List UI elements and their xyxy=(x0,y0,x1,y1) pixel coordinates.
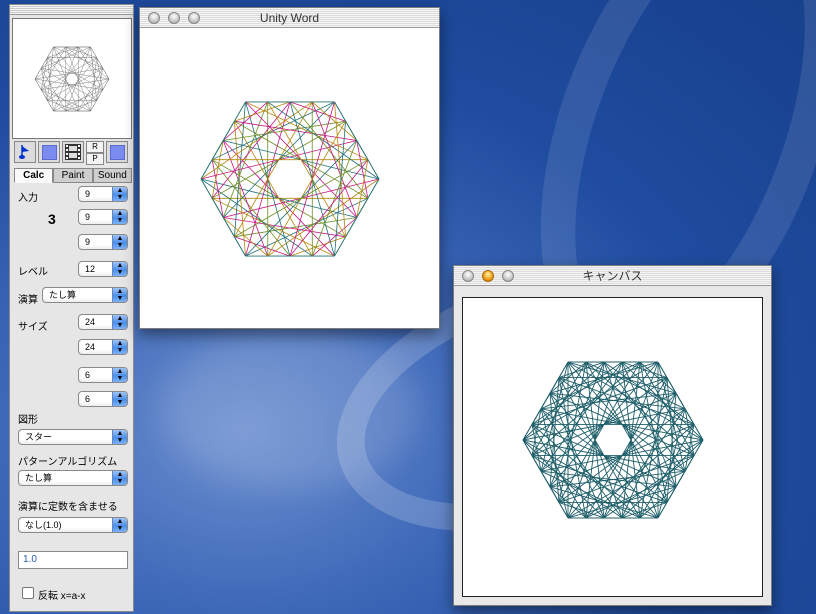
constant-select[interactable]: なし(1.0) ▲ ▼ xyxy=(18,517,128,533)
stepper-icon: ▲ ▼ xyxy=(112,340,127,354)
drawing-line xyxy=(345,121,358,141)
minimize-button[interactable] xyxy=(482,270,494,282)
zoom-button[interactable] xyxy=(188,12,200,24)
window-title: キャンバス xyxy=(582,269,643,283)
canvas-area xyxy=(454,287,771,605)
music-note-icon[interactable] xyxy=(14,141,36,163)
thumbnail-line xyxy=(34,78,42,90)
film-icon[interactable] xyxy=(62,141,84,163)
preview-thumbnail xyxy=(12,18,132,139)
size-2-select[interactable]: 24 ▲ ▼ xyxy=(78,339,128,355)
unity-word-titlebar[interactable]: Unity Word xyxy=(140,8,439,28)
thumbnail-line xyxy=(34,68,42,80)
stepper-icon: ▲ ▼ xyxy=(112,368,127,382)
tool-palette: R P Calc Paint Sound 入力 3 9 ▲ ▼ 9 ▲ ▼ 9 ▲ ▼ レベ… xyxy=(9,4,134,612)
window-title: Unity Word xyxy=(259,11,320,25)
square-icon[interactable] xyxy=(106,141,128,163)
canvas-window: キャンバス xyxy=(453,265,772,606)
rp-toggle[interactable]: R P xyxy=(86,141,104,165)
star-drawing-teal xyxy=(522,361,704,519)
stepper-icon: ▲ ▼ xyxy=(112,288,127,302)
palette-tabs: Calc Paint Sound xyxy=(14,168,132,183)
level-label: レベル xyxy=(18,267,48,278)
thumbnail-line xyxy=(102,68,110,80)
pattern-select[interactable]: たし算 ▲ ▼ xyxy=(18,470,128,486)
zoom-button[interactable] xyxy=(502,270,514,282)
window-controls xyxy=(462,270,514,282)
square-icon[interactable] xyxy=(38,141,60,163)
unity-word-canvas[interactable] xyxy=(140,29,439,328)
drawing-line xyxy=(585,424,695,519)
window-controls xyxy=(148,12,200,24)
stepper-icon: ▲ ▼ xyxy=(112,235,127,249)
tab-sound[interactable]: Sound xyxy=(92,168,132,183)
input-count: 3 xyxy=(48,211,56,227)
palette-drag-bar[interactable] xyxy=(10,5,133,15)
pattern-label: パターンアルゴリズム xyxy=(18,457,118,468)
thumbnail-line xyxy=(47,46,79,58)
size-1-select[interactable]: 24 ▲ ▼ xyxy=(78,314,128,330)
stepper-icon: ▲ ▼ xyxy=(112,392,127,406)
thumbnail-line xyxy=(102,78,110,90)
p-button[interactable]: P xyxy=(86,153,104,165)
shape-select[interactable]: スター ▲ ▼ xyxy=(18,429,128,445)
tab-calc[interactable]: Calc xyxy=(14,168,54,183)
constant-label: 演算に定数を含ませる xyxy=(18,502,118,513)
size-label: サイズ xyxy=(18,322,48,333)
toolbar: R P xyxy=(14,141,132,165)
canvas-titlebar[interactable]: キャンバス xyxy=(454,266,771,286)
stepper-icon: ▲ ▼ xyxy=(112,430,127,444)
input-3-select[interactable]: 9 ▲ ▼ xyxy=(78,234,128,250)
drawing-line xyxy=(222,120,235,141)
stepper-icon: ▲ ▼ xyxy=(112,471,127,485)
stepper-icon: ▲ ▼ xyxy=(112,315,127,329)
invert-checkbox[interactable] xyxy=(22,587,34,599)
invert-label: 反転 x=a-x xyxy=(38,591,86,602)
shape-label: 図形 xyxy=(18,415,38,426)
drawing-line xyxy=(200,178,213,199)
stepper-icon: ▲ ▼ xyxy=(112,262,127,276)
drawing-line xyxy=(222,217,235,237)
stepper-icon: ▲ ▼ xyxy=(112,210,127,224)
constant-value-field[interactable]: 1.0 xyxy=(18,551,128,569)
drawing-line xyxy=(200,159,213,180)
wallpaper-glow xyxy=(160,330,420,490)
preview-drawing xyxy=(34,46,110,112)
canvas-frame[interactable] xyxy=(462,297,763,597)
operation-select[interactable]: たし算 ▲ ▼ xyxy=(42,287,128,303)
drawing-line xyxy=(245,101,369,161)
operation-label: 演算 xyxy=(18,295,38,306)
input-2-select[interactable]: 9 ▲ ▼ xyxy=(78,209,128,225)
r-button[interactable]: R xyxy=(86,141,104,153)
tab-paint[interactable]: Paint xyxy=(53,168,93,183)
stepper-icon: ▲ ▼ xyxy=(112,187,127,201)
size-4-select[interactable]: 6 ▲ ▼ xyxy=(78,391,128,407)
unity-word-window: Unity Word xyxy=(139,7,440,329)
level-select[interactable]: 12 ▲ ▼ xyxy=(78,261,128,277)
thumbnail-line xyxy=(47,68,103,101)
stepper-icon: ▲ ▼ xyxy=(112,518,127,532)
drawing-line xyxy=(367,178,380,199)
input-label: 入力 xyxy=(18,193,38,204)
minimize-button[interactable] xyxy=(168,12,180,24)
close-button[interactable] xyxy=(462,270,474,282)
drawing-line xyxy=(345,217,358,238)
close-button[interactable] xyxy=(148,12,160,24)
input-1-select[interactable]: 9 ▲ ▼ xyxy=(78,186,128,202)
size-3-select[interactable]: 6 ▲ ▼ xyxy=(78,367,128,383)
drawing-line xyxy=(367,159,380,180)
star-drawing-color xyxy=(200,101,380,257)
